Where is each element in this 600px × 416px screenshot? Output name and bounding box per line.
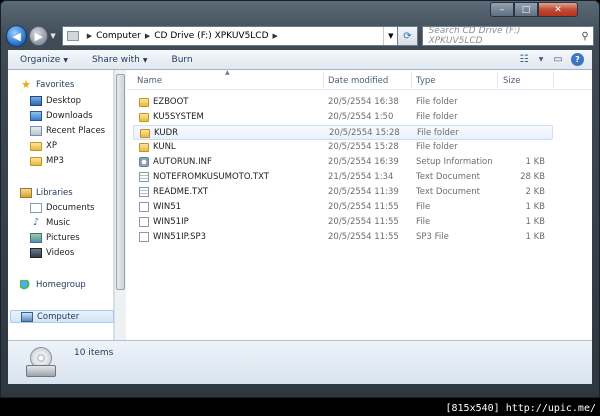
column-date-modified[interactable]: Date modified: [328, 76, 388, 86]
computer-icon: [21, 311, 33, 322]
sort-ascending-icon: ▲: [225, 69, 230, 76]
chevron-down-icon[interactable]: ▼: [537, 53, 545, 67]
sidebar-item-pictures[interactable]: Pictures: [30, 233, 80, 243]
help-icon[interactable]: ?: [571, 53, 584, 66]
sidebar-item-videos[interactable]: Videos: [30, 248, 74, 258]
list-item[interactable]: WIN51IP.SP3 20/5/2554 11:55 SP3 File 1 K…: [133, 230, 553, 245]
sidebar-item-documents[interactable]: Documents: [30, 203, 94, 213]
sidebar-favorites[interactable]: ★ Favorites: [20, 78, 74, 91]
music-icon: ♪: [32, 217, 40, 228]
list-item[interactable]: WIN51IP 20/5/2554 11:55 File 1 KB: [133, 215, 553, 230]
navigation-bar: ◀ ▶ ▼ ▶ Computer ▶ CD Drive (F:) XPKUV5L…: [6, 22, 594, 50]
arrow-right-icon: ▶: [34, 29, 43, 43]
chevron-down-icon: ▼: [142, 56, 148, 64]
close-button[interactable]: ✕: [538, 2, 578, 17]
refresh-button[interactable]: ⟳: [398, 26, 418, 46]
forward-button[interactable]: ▶: [29, 26, 49, 46]
sidebar-homegroup[interactable]: Homegroup: [20, 280, 86, 290]
computer-icon: [66, 31, 79, 41]
breadcrumb-cd-drive[interactable]: CD Drive (F:) XPKUV5LCD: [154, 31, 268, 41]
search-icon[interactable]: ⚲: [577, 31, 593, 42]
list-item[interactable]: README.TXT 20/5/2554 11:39 Text Document…: [133, 185, 553, 200]
videos-icon: [30, 248, 42, 258]
chevron-right-icon[interactable]: ▶: [87, 32, 92, 40]
minimize-button[interactable]: –: [490, 2, 514, 17]
address-bar[interactable]: ▶ Computer ▶ CD Drive (F:) XPKUV5LCD ▶ ▼: [61, 26, 399, 46]
column-type[interactable]: Type: [416, 76, 436, 86]
item-count: 10 items: [74, 348, 114, 358]
navigation-scrollbar[interactable]: [114, 70, 126, 340]
list-item[interactable]: KUDR 20/5/2554 15:28 File folder: [133, 125, 553, 140]
organize-menu[interactable]: Organize ▼: [8, 55, 80, 65]
libraries-icon: [20, 188, 32, 198]
arrow-left-icon: ◀: [12, 29, 21, 43]
pictures-icon: [30, 233, 42, 243]
search-input[interactable]: Search CD Drive (F:) XPKUV5LCD ⚲: [421, 26, 594, 46]
window-controls: – □ ✕: [490, 2, 578, 17]
star-icon: ★: [21, 78, 31, 91]
maximize-button[interactable]: □: [514, 2, 538, 17]
folder-icon: [30, 141, 42, 151]
back-button[interactable]: ◀: [6, 25, 28, 47]
refresh-icon: ⟳: [403, 30, 412, 42]
text-file-icon: [139, 187, 149, 197]
list-item[interactable]: AUTORUN.INF 20/5/2554 16:39 Setup Inform…: [133, 155, 553, 170]
folder-icon: [30, 156, 42, 166]
sidebar-item-recent-places[interactable]: Recent Places: [30, 126, 105, 136]
view-options-icon[interactable]: ☷: [515, 53, 533, 67]
sidebar-item-desktop[interactable]: Desktop: [30, 96, 81, 106]
sidebar-libraries[interactable]: Libraries: [20, 188, 73, 198]
list-item[interactable]: WIN51 20/5/2554 11:55 File 1 KB: [133, 200, 553, 215]
sidebar-item-downloads[interactable]: Downloads: [30, 111, 93, 121]
folder-icon: [139, 98, 149, 107]
list-item[interactable]: KUNL 20/5/2554 15:28 File folder: [133, 140, 553, 155]
recent-pages-dropdown[interactable]: ▼: [50, 32, 55, 40]
recent-places-icon: [30, 126, 42, 136]
text-file-icon: [139, 172, 149, 182]
folder-icon: [139, 143, 149, 152]
navigation-pane: ★ Favorites Desktop Downloads Recent Plac…: [8, 70, 114, 340]
folder-icon: [139, 113, 149, 122]
list-item[interactable]: EZBOOT 20/5/2554 16:38 File folder: [133, 95, 553, 110]
chevron-right-icon[interactable]: ▶: [273, 32, 278, 40]
cd-drive-icon: [26, 347, 56, 379]
burn-button[interactable]: Burn: [160, 55, 205, 65]
file-icon: [139, 202, 149, 212]
downloads-icon: [30, 111, 42, 121]
file-list: ▲ Name Date modified Type Size EZBOOT 20…: [127, 69, 592, 340]
share-with-menu[interactable]: Share with ▼: [80, 55, 160, 65]
details-pane: 10 items: [8, 340, 592, 384]
watermark: [815x540] http://upic.me/: [445, 403, 596, 414]
desktop-icon: [30, 96, 42, 106]
column-size[interactable]: Size: [503, 76, 520, 86]
address-dropdown[interactable]: ▼: [383, 27, 397, 45]
search-placeholder: Search CD Drive (F:) XPKUV5LCD: [428, 26, 521, 46]
chevron-right-icon[interactable]: ▶: [145, 32, 150, 40]
file-icon: [139, 232, 149, 242]
list-item[interactable]: NOTEFROMKUSUMOTO.TXT 21/5/2554 1:34 Text…: [133, 170, 553, 185]
file-icon: [139, 217, 149, 227]
column-name[interactable]: Name: [137, 76, 162, 86]
sidebar-item-mp3[interactable]: MP3: [30, 156, 64, 166]
breadcrumb-computer[interactable]: Computer: [96, 31, 141, 41]
command-bar: Organize ▼ Share with ▼ Burn ☷ ▼ ▭ ?: [8, 50, 592, 70]
chevron-down-icon: ▼: [63, 56, 68, 64]
scrollbar-thumb[interactable]: [116, 74, 125, 290]
explorer-content: ★ Favorites Desktop Downloads Recent Plac…: [8, 69, 592, 340]
list-item[interactable]: KU5SYSTEM 20/5/2554 1:50 File folder: [133, 110, 553, 125]
documents-icon: [30, 203, 42, 213]
folder-icon: [140, 129, 150, 138]
sidebar-item-xp[interactable]: XP: [30, 141, 57, 151]
column-header: ▲ Name Date modified Type Size: [127, 69, 592, 90]
preview-pane-icon[interactable]: ▭: [549, 53, 567, 67]
homegroup-icon: [20, 280, 32, 290]
setup-file-icon: [139, 157, 149, 167]
sidebar-item-music[interactable]: ♪ Music: [30, 217, 70, 229]
sidebar-computer[interactable]: Computer: [10, 310, 114, 323]
